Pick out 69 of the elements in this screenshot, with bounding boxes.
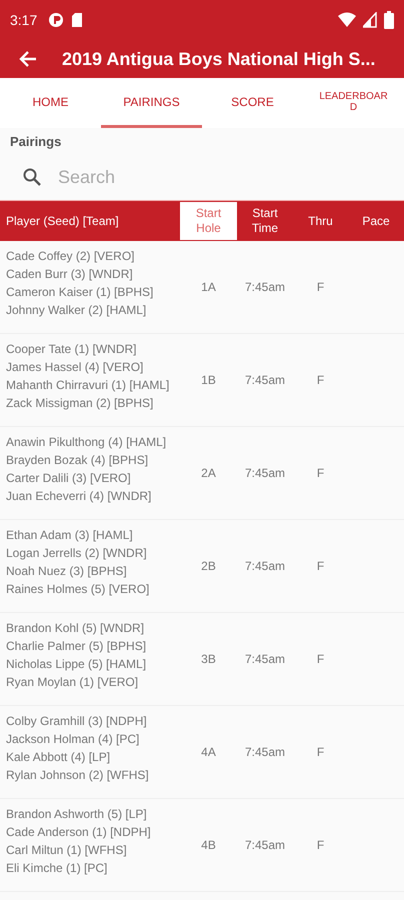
thru-value: F <box>316 280 324 294</box>
player-name: Brandon Ashworth (5) [LP] <box>6 806 148 823</box>
wifi-icon <box>338 12 356 28</box>
column-header[interactable]: Player (Seed) [Team] <box>0 201 180 241</box>
start-time: 7:45am <box>244 745 286 759</box>
player-name: Anawin Pikulthong (4) [HAML] <box>6 434 168 451</box>
start-time: 7:45am <box>244 373 286 387</box>
player-name: Cade Coffey (2) [VERO] <box>6 248 136 265</box>
column-header[interactable]: Start Hole <box>180 202 237 240</box>
thru-value: F <box>316 466 324 480</box>
start-time: 7:45am <box>244 559 286 573</box>
player-name: Zack Missigman (2) [BPHS] <box>6 395 154 412</box>
player-name: Cade Anderson (1) [NDPH] <box>6 824 152 841</box>
player-name: Ryan Moylan (1) [VERO] <box>6 674 140 691</box>
player-name: Noah Nuez (3) [BPHS] <box>6 563 128 580</box>
player-name: Mahanth Chirravuri (1) [HAML] <box>6 377 170 394</box>
column-header[interactable]: Thru <box>293 201 348 241</box>
player-name: Jackson Holman (4) [PC] <box>6 731 140 748</box>
player-name: Rylan Johnson (2) [WFHS] <box>6 767 150 784</box>
battery-icon <box>384 11 394 29</box>
player-name: Brayden Bozak (4) [BPHS] <box>6 452 150 469</box>
start-hole: 3B <box>201 652 216 666</box>
player-name: James Hassel (4) [VERO] <box>6 359 144 376</box>
sd-card-icon <box>71 12 84 28</box>
start-hole: 1B <box>201 373 216 387</box>
app-title: 2019 Antigua Boys National High S... <box>62 48 376 70</box>
start-time: 7:45am <box>244 652 286 666</box>
player-name: Carl Miltun (1) [WFHS] <box>6 842 128 859</box>
tab[interactable]: SCORE <box>202 78 303 128</box>
player-name: Caden Burr (3) [WNDR] <box>6 266 134 283</box>
player-name: Cooper Tate (1) [WNDR] <box>6 341 138 358</box>
notification-icon <box>48 12 64 28</box>
player-name: Juan Echeverri (4) [WNDR] <box>6 488 152 505</box>
player-name: Cameron Kaiser (1) [BPHS] <box>6 284 154 301</box>
search-icon <box>22 167 42 187</box>
start-hole: 4B <box>201 838 216 852</box>
tab[interactable]: HOME <box>0 78 101 128</box>
thru-value: F <box>316 652 324 666</box>
start-time: 7:45am <box>244 280 286 294</box>
player-name: Eli Kimche (1) [PC] <box>6 860 108 877</box>
player-name: Brandon Kohl (5) [WNDR] <box>6 620 146 637</box>
player-name: Kale Abbott (4) [LP] <box>6 749 112 766</box>
player-name: Raines Holmes (5) [VERO] <box>6 581 150 598</box>
start-time: 7:45am <box>244 838 286 852</box>
start-hole: 1A <box>201 280 216 294</box>
section-title: Pairings <box>9 133 62 151</box>
signal-icon <box>363 12 377 28</box>
start-hole: 4A <box>201 745 216 759</box>
thru-value: F <box>316 373 324 387</box>
start-hole: 2A <box>201 466 216 480</box>
player-name: Charlie Palmer (5) [BPHS] <box>6 638 148 655</box>
start-time: 7:45am <box>244 466 286 480</box>
player-name: Johnny Walker (2) [HAML] <box>6 302 148 319</box>
tab[interactable]: PAIRINGS <box>101 78 202 128</box>
player-name: Colby Gramhill (3) [NDPH] <box>6 713 148 730</box>
player-name: Nicholas Lippe (5) [HAML] <box>6 656 148 673</box>
search-field[interactable]: Search <box>56 166 310 188</box>
back-arrow-icon[interactable] <box>18 49 38 69</box>
thru-value: F <box>316 838 324 852</box>
thru-value: F <box>316 745 324 759</box>
tab[interactable]: LEADERBOARD <box>303 78 404 128</box>
player-name: Carter Dalili (3) [VERO] <box>6 470 132 487</box>
start-hole: 2B <box>201 559 216 573</box>
player-name: Ethan Adam (3) [HAML] <box>6 527 134 544</box>
player-name: Logan Jerrells (2) [WNDR] <box>6 545 148 562</box>
status-time: 3:17 <box>10 12 38 28</box>
thru-value: F <box>316 559 324 573</box>
column-header[interactable]: Pace <box>348 201 404 241</box>
column-header[interactable]: Start Time <box>237 201 293 241</box>
